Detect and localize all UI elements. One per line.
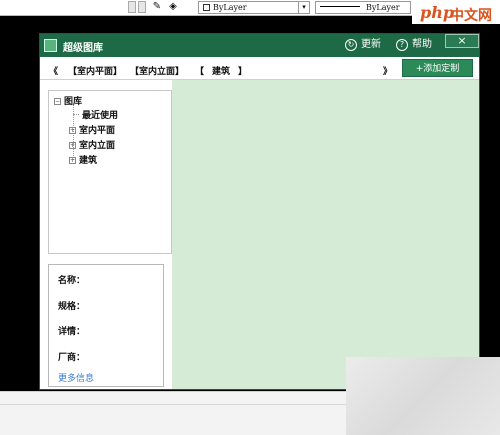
tab-prev-button[interactable]: 《 bbox=[49, 64, 58, 77]
tab-next-button[interactable]: 》 bbox=[383, 64, 392, 77]
tree-item-label: 室内平面 bbox=[79, 126, 116, 136]
tab-architecture-open[interactable]: 【 bbox=[195, 64, 204, 77]
collapse-icon[interactable]: − bbox=[54, 98, 61, 105]
tree-item-recent[interactable]: 最近使用 bbox=[82, 108, 118, 121]
dialog-titlebar[interactable]: 超级图库 ↻ 更新 ? 帮助 × bbox=[40, 34, 479, 57]
toolbar-button[interactable] bbox=[138, 1, 146, 13]
layer-tool-icon[interactable]: ✎ bbox=[150, 1, 164, 13]
category-tree: − 图库 最近使用 + 室内平面 + 室内立面 + 建筑 bbox=[48, 90, 172, 254]
linetype-dropdown[interactable]: ByLayer bbox=[315, 1, 411, 14]
category-tabbar: 《 【室内平面】 【室内立面】 【 建筑 】 》 +添加定制 bbox=[40, 57, 479, 80]
expand-icon[interactable]: + bbox=[69, 157, 76, 164]
info-detail: 详情： bbox=[58, 327, 86, 337]
refresh-icon: ↻ bbox=[345, 39, 357, 51]
library-dialog: 超级图库 ↻ 更新 ? 帮助 × 《 【室内平面】 【室内立面】 【 建筑 】 》 … bbox=[39, 33, 480, 390]
dialog-title: 超级图库 bbox=[63, 43, 103, 54]
tree-item-interior-plan[interactable]: + 室内平面 bbox=[69, 123, 115, 136]
close-button[interactable]: × bbox=[445, 34, 479, 48]
info-spec: 规格： bbox=[58, 302, 86, 312]
refresh-label: 更新 bbox=[361, 39, 381, 50]
info-vendor: 厂商： bbox=[58, 353, 86, 363]
app-icon bbox=[44, 39, 57, 52]
chevron-down-icon[interactable]: ▾ bbox=[298, 2, 309, 13]
linetype-dropdown-value: ByLayer bbox=[366, 3, 400, 12]
site-logo: php 中文网 bbox=[412, 0, 500, 24]
tree-item-label: 最近使用 bbox=[82, 111, 119, 121]
linetype-sample bbox=[320, 6, 360, 7]
color-dropdown[interactable]: ByLayer ▾ bbox=[198, 1, 310, 14]
preview-area[interactable] bbox=[172, 80, 479, 389]
more-info-link[interactable]: 更多信息 bbox=[58, 371, 94, 384]
tree-root[interactable]: − 图库 bbox=[54, 94, 82, 107]
blurred-watermark bbox=[346, 357, 500, 435]
tree-item-label: 室内立面 bbox=[79, 141, 116, 151]
logo-latin: php bbox=[420, 3, 455, 22]
tree-connector bbox=[73, 114, 79, 115]
tree-item-architecture[interactable]: + 建筑 bbox=[69, 153, 97, 166]
expand-icon[interactable]: + bbox=[69, 142, 76, 149]
tab-interior-plan[interactable]: 【室内平面】 bbox=[68, 64, 122, 77]
help-button[interactable]: ? 帮助 bbox=[396, 38, 432, 52]
tab-architecture[interactable]: 建筑 bbox=[212, 64, 230, 77]
help-label: 帮助 bbox=[412, 39, 432, 50]
tab-interior-elevation[interactable]: 【室内立面】 bbox=[130, 64, 184, 77]
help-icon: ? bbox=[396, 39, 408, 51]
tree-item-interior-elevation[interactable]: + 室内立面 bbox=[69, 138, 115, 151]
tree-item-label: 建筑 bbox=[79, 156, 98, 166]
color-swatch bbox=[203, 4, 210, 11]
tree-root-label: 图库 bbox=[64, 97, 83, 107]
add-custom-button[interactable]: +添加定制 bbox=[402, 59, 473, 77]
layer-match-icon[interactable]: ◈ bbox=[166, 1, 180, 13]
color-dropdown-value: ByLayer bbox=[213, 3, 247, 12]
info-name: 名称： bbox=[58, 276, 86, 286]
logo-cn: 中文网 bbox=[450, 8, 492, 24]
toolbar-button[interactable] bbox=[128, 1, 136, 13]
expand-icon[interactable]: + bbox=[69, 127, 76, 134]
refresh-button[interactable]: ↻ 更新 bbox=[345, 38, 381, 52]
item-info-panel: 名称： 规格： 详情： 厂商： 更多信息 bbox=[48, 264, 164, 387]
tab-architecture-close[interactable]: 】 bbox=[238, 64, 247, 77]
